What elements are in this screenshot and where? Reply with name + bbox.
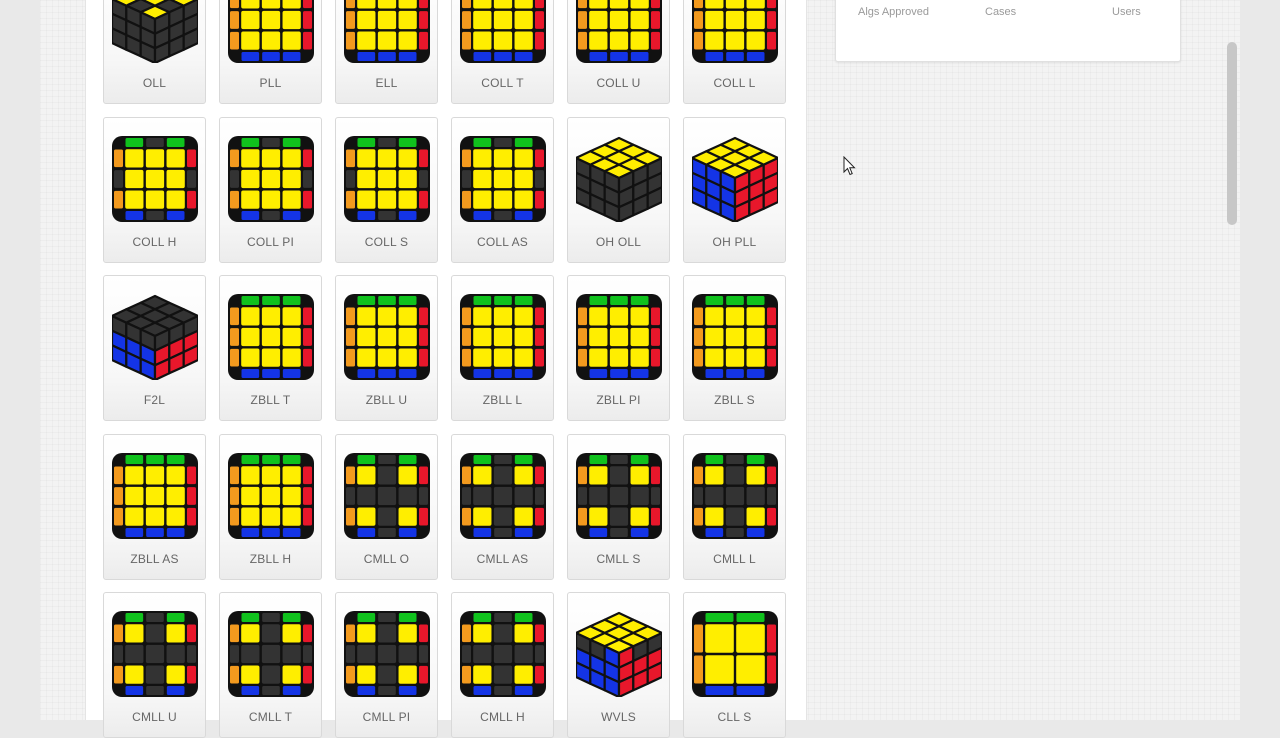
cases-label: Cases — [985, 6, 1017, 18]
cmll-u-cube-icon — [112, 611, 198, 697]
algset-card[interactable]: COLL T — [451, 0, 554, 104]
zbll-l-cube-icon — [460, 294, 546, 380]
algset-card[interactable]: F2L — [103, 275, 206, 421]
ell-cube-icon — [344, 0, 430, 63]
algset-label: COLL L — [713, 76, 756, 90]
scrollbar-thumb[interactable] — [1227, 42, 1237, 225]
zbll-pi-cube-icon — [576, 294, 662, 380]
algset-card[interactable]: ELL — [335, 0, 438, 104]
coll-l-cube-icon — [692, 0, 778, 63]
algset-label: CMLL S — [596, 551, 641, 566]
algset-label: ELL — [375, 76, 398, 90]
algset-card[interactable]: CMLL PI — [335, 592, 438, 738]
algset-label: CMLL U — [132, 710, 177, 724]
algset-label: COLL U — [596, 76, 641, 90]
algset-card[interactable]: COLL PI — [219, 116, 322, 263]
algset-card[interactable]: COLL AS — [451, 116, 554, 263]
algset-label: ZBLL PI — [596, 393, 641, 407]
algset-label: CMLL PI — [362, 710, 411, 724]
f2l-cube-icon — [112, 294, 198, 380]
zbll-u-cube-icon — [344, 294, 430, 380]
algset-label: CMLL H — [480, 710, 525, 724]
stats-panel: Algs Approved Cases Users — [835, 0, 1181, 62]
algset-card[interactable]: CMLL U — [103, 592, 206, 738]
algset-card[interactable]: WVLS — [567, 592, 670, 738]
algset-card[interactable]: CMLL O — [335, 433, 438, 580]
algset-label: F2L — [143, 393, 166, 407]
algset-card[interactable]: CMLL H — [451, 592, 554, 738]
algset-card[interactable]: OH PLL — [683, 116, 786, 263]
algset-label: PLL — [259, 76, 282, 90]
scrollbar[interactable] — [1224, 0, 1240, 720]
algset-card[interactable]: COLL H — [103, 116, 206, 263]
zbll-t-cube-icon — [228, 294, 314, 380]
algset-card[interactable]: ZBLL T — [219, 275, 322, 421]
algset-label: CLL S — [717, 710, 752, 724]
zbll-h-cube-icon — [228, 452, 314, 539]
algset-label: OLL — [142, 76, 167, 90]
oh-oll-cube-icon — [576, 136, 662, 222]
algset-card[interactable]: CMLL S — [567, 433, 670, 580]
algset-grid: OLL PLL ELL COLL T COLL U COLL L COLL H COLL PI… — [103, 0, 786, 738]
users-label: Users — [1112, 6, 1141, 18]
algset-label: CMLL AS — [476, 551, 529, 566]
algset-label: ZBLL S — [714, 393, 755, 407]
coll-as-cube-icon — [460, 135, 546, 222]
algset-label: OH PLL — [712, 234, 757, 249]
mouse-cursor-icon — [843, 156, 856, 176]
algset-label: ZBLL AS — [130, 551, 179, 566]
algset-label: COLL T — [481, 76, 524, 90]
algset-label: ZBLL U — [365, 393, 408, 407]
coll-s-cube-icon — [344, 135, 430, 222]
coll-u-cube-icon — [576, 0, 662, 63]
algset-card[interactable]: ZBLL AS — [103, 433, 206, 580]
cmll-l-cube-icon — [692, 452, 778, 539]
oll-cube-icon — [112, 0, 198, 63]
algset-label: ZBLL H — [249, 551, 292, 566]
zbll-as-cube-icon — [112, 452, 198, 539]
algset-card[interactable]: ZBLL PI — [567, 275, 670, 421]
pll-cube-icon — [228, 0, 314, 63]
oh-pll-cube-icon — [692, 136, 778, 222]
algset-label: COLL S — [364, 234, 409, 249]
algset-card[interactable]: OLL — [103, 0, 206, 104]
cmll-as-cube-icon — [460, 452, 546, 539]
algset-label: ZBLL L — [482, 393, 523, 407]
algset-card[interactable]: OH OLL — [567, 116, 670, 263]
algs-approved-label: Algs Approved — [858, 6, 929, 18]
cmll-pi-cube-icon — [344, 611, 430, 697]
cmll-s-cube-icon — [576, 452, 662, 539]
page-background: OLL PLL ELL COLL T COLL U COLL L COLL H COLL PI… — [40, 0, 1240, 738]
algset-label: COLL AS — [477, 234, 528, 249]
cll-s-cube-icon — [692, 611, 778, 697]
algset-label: CMLL O — [363, 551, 410, 566]
coll-pi-cube-icon — [228, 135, 314, 222]
wvls-cube-icon — [576, 611, 662, 697]
algset-label: CMLL T — [248, 710, 293, 724]
algset-card[interactable]: ZBLL H — [219, 433, 322, 580]
algset-label: ZBLL T — [250, 393, 291, 407]
algset-card[interactable]: CMLL T — [219, 592, 322, 738]
algset-card[interactable]: ZBLL L — [451, 275, 554, 421]
algset-label: COLL H — [132, 234, 177, 249]
cmll-o-cube-icon — [344, 452, 430, 539]
algset-label: OH OLL — [595, 234, 642, 249]
coll-t-cube-icon — [460, 0, 546, 63]
algset-card[interactable]: PLL — [219, 0, 322, 104]
algset-card[interactable]: CMLL L — [683, 433, 786, 580]
algset-label: WVLS — [601, 710, 636, 724]
algset-card[interactable]: COLL L — [683, 0, 786, 104]
cmll-h-cube-icon — [460, 611, 546, 697]
cmll-t-cube-icon — [228, 611, 314, 697]
zbll-s-cube-icon — [692, 294, 778, 380]
algset-card[interactable]: CMLL AS — [451, 433, 554, 580]
algset-card[interactable]: CLL S — [683, 592, 786, 738]
algset-label: COLL PI — [247, 234, 294, 249]
algset-card[interactable]: COLL S — [335, 116, 438, 263]
algset-label: CMLL L — [713, 551, 756, 566]
algset-card[interactable]: COLL U — [567, 0, 670, 104]
algset-card[interactable]: ZBLL S — [683, 275, 786, 421]
coll-h-cube-icon — [112, 135, 198, 222]
algset-card[interactable]: ZBLL U — [335, 275, 438, 421]
